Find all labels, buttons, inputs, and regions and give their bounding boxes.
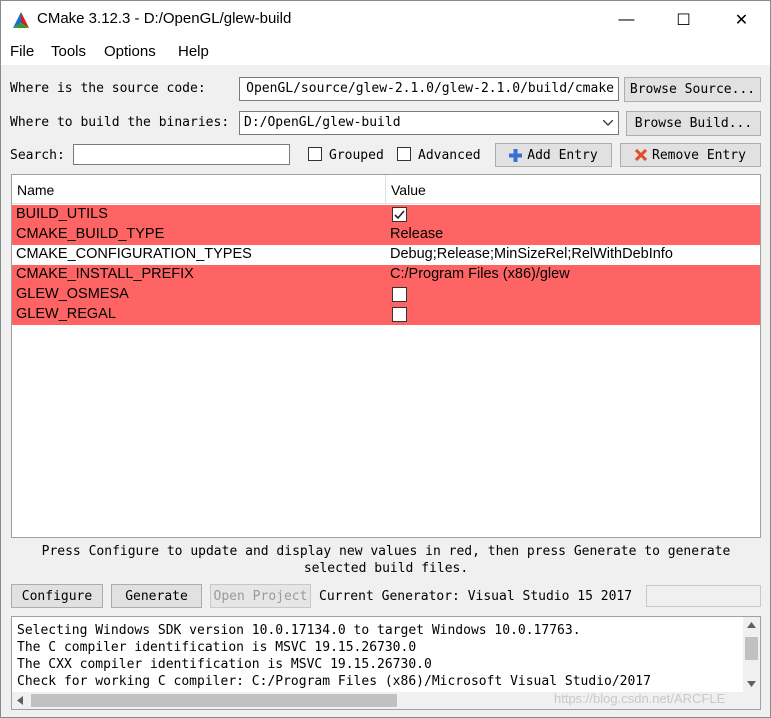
source-label: Where is the source code:: [10, 81, 206, 96]
table-row[interactable]: CMAKE_BUILD_TYPE Release: [12, 225, 760, 245]
entry-name: CMAKE_CONFIGURATION_TYPES: [16, 246, 252, 262]
menu-help[interactable]: Help: [178, 43, 209, 60]
horizontal-scroll-thumb[interactable]: [31, 694, 397, 707]
table-header: Name Value: [12, 175, 760, 204]
vertical-scrollbar[interactable]: [743, 617, 760, 692]
remove-entry-label: Remove Entry: [652, 147, 746, 163]
checkmark-icon: [394, 210, 405, 220]
browse-source-button[interactable]: Browse Source...: [624, 77, 761, 102]
scrollbar-corner: [743, 692, 760, 709]
instructions-line-1: Press Configure to update and display ne…: [41, 544, 731, 559]
entry-name: CMAKE_BUILD_TYPE: [16, 226, 165, 242]
instructions-text: Press Configure to update and display ne…: [11, 543, 761, 577]
cmake-window: CMake 3.12.3 - D:/OpenGL/glew-build — ☐ …: [0, 0, 771, 718]
watermark-text: https://blog.csdn.net/ARCFLE: [554, 691, 726, 706]
entry-value[interactable]: C:/Program Files (x86)/glew: [390, 266, 570, 282]
remove-x-icon: [635, 149, 648, 161]
advanced-label: Advanced: [418, 148, 481, 163]
table-row[interactable]: GLEW_OSMESA: [12, 285, 760, 305]
grouped-checkbox[interactable]: [308, 147, 322, 161]
window-title: CMake 3.12.3 - D:/OpenGL/glew-build: [37, 10, 292, 27]
binaries-label: Where to build the binaries:: [10, 115, 230, 130]
binaries-path-combobox[interactable]: D:/OpenGL/glew-build: [239, 111, 619, 135]
output-line-3: The CXX compiler identification is MSVC …: [17, 657, 432, 672]
generate-button[interactable]: Generate: [111, 584, 202, 608]
table-row[interactable]: CMAKE_CONFIGURATION_TYPES Debug;Release;M…: [12, 245, 760, 265]
table-row[interactable]: CMAKE_INSTALL_PREFIX C:/Program Files (x8…: [12, 265, 760, 285]
menu-file[interactable]: File: [10, 43, 34, 60]
browse-build-button[interactable]: Browse Build...: [626, 111, 761, 136]
scroll-down-arrow-icon[interactable]: [747, 681, 756, 687]
column-divider[interactable]: [385, 175, 386, 204]
entry-name: CMAKE_INSTALL_PREFIX: [16, 266, 194, 282]
table-row[interactable]: BUILD_UTILS: [12, 205, 760, 225]
entry-name: GLEW_REGAL: [16, 306, 116, 322]
search-label: Search:: [10, 148, 65, 163]
menu-options[interactable]: Options: [104, 43, 156, 60]
entry-value-checkbox[interactable]: [392, 307, 407, 322]
menu-bar: File Tools Options Help: [1, 39, 770, 65]
chevron-down-icon: [603, 120, 613, 126]
entry-value[interactable]: Debug;Release;MinSizeRel;RelWithDebInfo: [390, 246, 673, 262]
entry-name: BUILD_UTILS: [16, 206, 108, 222]
plus-icon: [509, 148, 523, 162]
instructions-line-2: selected build files.: [303, 561, 469, 576]
advanced-checkbox[interactable]: [397, 147, 411, 161]
output-line-4: Check for working C compiler: C:/Program…: [17, 674, 651, 689]
column-header-value[interactable]: Value: [391, 182, 426, 198]
vertical-scroll-thumb[interactable]: [745, 637, 758, 660]
close-button[interactable]: ✕: [713, 1, 770, 39]
binaries-path-value: D:/OpenGL/glew-build: [244, 115, 401, 130]
cache-table[interactable]: Name Value BUILD_UTILS CMAKE_BUILD_TYPE Re…: [11, 174, 761, 538]
source-path-input[interactable]: OpenGL/source/glew-2.1.0/glew-2.1.0/buil…: [239, 77, 619, 101]
add-entry-button[interactable]: Add Entry: [495, 143, 612, 167]
configure-button[interactable]: Configure: [11, 584, 103, 608]
progress-bar: [646, 585, 761, 607]
add-entry-label: Add Entry: [527, 147, 598, 163]
entry-value[interactable]: Release: [390, 226, 443, 242]
source-path-value: OpenGL/source/glew-2.1.0/glew-2.1.0/buil…: [246, 81, 614, 96]
maximize-button[interactable]: ☐: [655, 1, 712, 39]
title-bar[interactable]: CMake 3.12.3 - D:/OpenGL/glew-build — ☐ …: [1, 1, 770, 39]
output-line-1: Selecting Windows SDK version 10.0.17134…: [17, 623, 581, 638]
output-line-2: The C compiler identification is MSVC 19…: [17, 640, 417, 655]
column-header-name[interactable]: Name: [17, 182, 54, 198]
remove-entry-button[interactable]: Remove Entry: [620, 143, 761, 167]
grouped-label: Grouped: [329, 148, 384, 163]
scroll-up-arrow-icon[interactable]: [747, 622, 756, 628]
current-generator-text: Current Generator: Visual Studio 15 2017: [319, 589, 633, 604]
entry-value-checkbox[interactable]: [392, 207, 407, 222]
entry-name: GLEW_OSMESA: [16, 286, 129, 302]
open-project-button[interactable]: Open Project: [210, 584, 311, 608]
scroll-left-arrow-icon[interactable]: [17, 696, 23, 705]
table-row[interactable]: GLEW_REGAL: [12, 305, 760, 325]
entry-value-checkbox[interactable]: [392, 287, 407, 302]
search-input[interactable]: [73, 144, 290, 165]
menu-tools[interactable]: Tools: [51, 43, 86, 60]
cmake-logo-icon: [13, 12, 29, 28]
minimize-button[interactable]: —: [598, 1, 655, 39]
